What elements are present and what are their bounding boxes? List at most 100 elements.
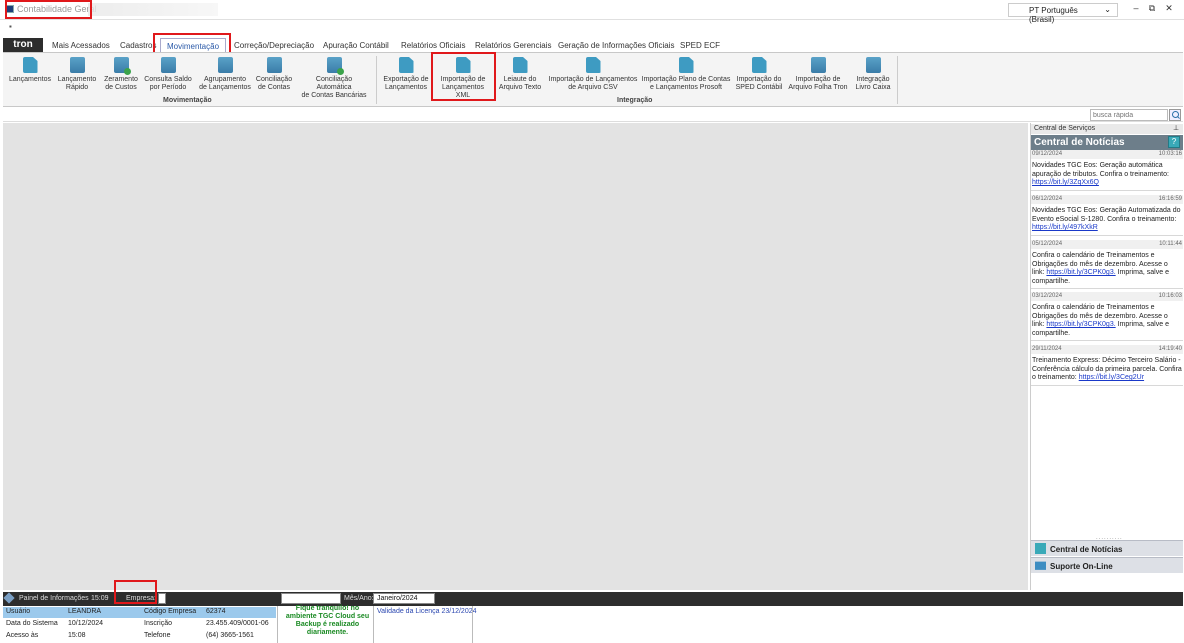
news-text: Confira o calendário de Treinamentos e O…	[1031, 301, 1183, 340]
empresa-field[interactable]	[158, 593, 166, 604]
search-icon[interactable]	[1169, 109, 1181, 121]
language-select[interactable]: PT Português (Brasil) ⌄	[1008, 3, 1118, 24]
restore-button[interactable]: ⧉	[1145, 3, 1159, 14]
sped-icon	[751, 57, 767, 73]
news-date: 29/11/2024	[1032, 346, 1062, 352]
leiaute-arquivo-button[interactable]: Leiaute do Arquivo Texto	[497, 57, 543, 92]
exportacao-icon	[398, 57, 414, 73]
backup-message: Fique tranquilo! no ambiente TGC Cloud s…	[285, 605, 370, 636]
news-link[interactable]: https://bit.ly/3CPK0g3.	[1046, 321, 1115, 328]
mes-ano-field[interactable]: Janeiro/2024	[373, 593, 435, 604]
zeramento-custos-button[interactable]: Zeramento de Custos	[100, 57, 142, 92]
central-noticias-tab[interactable]: Central de Notícias	[1031, 540, 1183, 556]
leiaute-label: Leiaute do Arquivo Texto	[498, 76, 542, 91]
info-row: Usuário LEANDRA Código Empresa 62374	[3, 607, 276, 618]
mes-ano-label: Mês/Ano:	[344, 595, 374, 602]
lancamentos-label: Lançamentos	[8, 76, 52, 83]
info-row: Acesso às 15:08 Telefone (64) 3665-1561	[3, 631, 276, 642]
news-text: Confira o calendário de Treinamentos e O…	[1031, 249, 1183, 288]
livro-caixa-button[interactable]: Integração Livro Caixa	[852, 57, 894, 92]
news-time: 10:16:03	[1158, 293, 1182, 299]
tab-sped-ecf[interactable]: SPED ECF	[680, 41, 720, 50]
lancamentos-icon	[22, 57, 38, 73]
lancamento-rapido-button[interactable]: Lançamento Rápido	[55, 57, 99, 92]
news-item: 03/12/2024 10:16:03 Confira o calendário …	[1031, 292, 1183, 341]
suporte-online-label: Suporte On-Line	[1050, 562, 1113, 571]
tab-geracao-informacoes[interactable]: Geração de Informações Oficiais	[558, 41, 675, 50]
news-time: 14:19:40	[1158, 346, 1182, 352]
highlight-box-xml	[431, 52, 496, 101]
highlight-box-title	[5, 0, 92, 19]
lancamento-rapido-label: Lançamento Rápido	[57, 76, 97, 91]
importacao-prosoft-button[interactable]: Importação Plano de Contas e Lançamentos…	[641, 57, 731, 92]
info-key: Usuário	[6, 608, 31, 615]
conciliacao-automatica-label: Conciliação Automática de Contas Bancári…	[301, 76, 367, 99]
tab-cadastros[interactable]: Cadastros	[120, 41, 156, 50]
info-key: Data do Sistema	[6, 620, 58, 627]
info-value: 23.455.409/0001-06	[206, 620, 269, 627]
lancamentos-button[interactable]: Lançamentos	[8, 57, 52, 84]
quick-search-input[interactable]	[1090, 109, 1168, 121]
title-redacted-area	[88, 3, 218, 16]
news-link[interactable]: https://bit.ly/497kXkR	[1032, 224, 1098, 231]
close-button[interactable]: ✕	[1162, 3, 1176, 14]
group-label-movimentacao: Movimentação	[163, 97, 212, 104]
services-header: Central de Serviços	[1031, 124, 1183, 134]
group-label-integracao: Integração	[617, 97, 653, 104]
importacao-prosoft-label: Importação Plano de Contas e Lançamentos…	[641, 76, 731, 91]
tab-relatorios-oficiais[interactable]: Relatórios Oficiais	[401, 41, 465, 50]
lancamento-rapido-icon	[69, 57, 85, 73]
importacao-folha-label: Importação de Arquivo Folha Tron	[788, 76, 848, 91]
conciliacao-automatica-button[interactable]: Conciliação Automática de Contas Bancári…	[298, 57, 370, 100]
tab-mais-acessados[interactable]: Mais Acessados	[52, 41, 110, 50]
info-key: Acesso às	[6, 632, 39, 639]
news-link[interactable]: https://bit.ly/3CPK0g3.	[1046, 269, 1115, 276]
zeramento-label: Zeramento de Custos	[104, 76, 138, 91]
info-value: LEANDRA	[68, 608, 102, 615]
news-link[interactable]: https://bit.ly/3Ceg2Ur	[1079, 374, 1144, 381]
search-row	[3, 107, 1183, 122]
zeramento-icon	[113, 57, 131, 75]
news-item: 29/11/2024 14:19:40 Treinamento Express: …	[1031, 345, 1183, 386]
empresa-name-field[interactable]	[281, 593, 341, 604]
pin-icon[interactable]: ⊥	[1173, 124, 1179, 132]
info-value: 15:08	[68, 632, 86, 639]
help-icon[interactable]: ?	[1168, 136, 1180, 148]
consulta-saldo-button[interactable]: Consulta Saldo por Período	[143, 57, 193, 92]
tab-correcao-depreciacao[interactable]: Correção/Depreciação	[234, 41, 314, 50]
tab-relatorios-gerenciais[interactable]: Relatórios Gerenciais	[475, 41, 551, 50]
conciliacao-contas-button[interactable]: Conciliação de Contas	[254, 57, 294, 92]
info-value: (64) 3665-1561	[206, 632, 254, 639]
news-text: Novidades TGC Eos: Geração automática ap…	[1031, 159, 1183, 190]
brand-logo[interactable]: tron	[3, 38, 43, 52]
clock-time: 15:09	[91, 595, 109, 602]
mail-icon	[1035, 561, 1046, 570]
status-bar	[3, 592, 1183, 606]
conciliacao-auto-icon	[326, 57, 344, 75]
info-value: 62374	[206, 608, 226, 615]
news-item: 05/12/2024 10:11:44 Confira o calendário …	[1031, 240, 1183, 289]
panel-info-label[interactable]: Painel de Informações	[16, 592, 92, 606]
quick-access-menu[interactable]: ▪	[9, 22, 12, 31]
suporte-online-tab[interactable]: Suporte On-Line	[1031, 557, 1183, 573]
news-date: 03/12/2024	[1032, 293, 1063, 299]
news-date: 05/12/2024	[1032, 241, 1063, 247]
minimize-button[interactable]: –	[1129, 3, 1143, 13]
calendar-icon	[160, 57, 176, 73]
main-workspace[interactable]	[3, 123, 1028, 590]
livro-caixa-icon	[865, 57, 881, 73]
importacao-sped-button[interactable]: Importação do SPED Contábil	[734, 57, 784, 92]
tab-apuracao-contabil[interactable]: Apuração Contábil	[323, 41, 389, 50]
agrupamento-button[interactable]: Agrupamento de Lançamentos	[198, 57, 252, 92]
consulta-saldo-label: Consulta Saldo por Período	[144, 76, 192, 91]
exportacao-label: Exportação de Lançamentos	[383, 76, 429, 91]
importacao-csv-button[interactable]: Importação de Lançamentos de Arquivo CSV	[548, 57, 638, 92]
news-link[interactable]: https://bit.ly/3ZqXx6Q	[1032, 179, 1099, 186]
ribbon-separator	[897, 56, 898, 104]
exportacao-lancamentos-button[interactable]: Exportação de Lançamentos	[381, 57, 431, 92]
news-date: 06/12/2024	[1032, 196, 1063, 202]
news-time: 16:16:59	[1158, 196, 1182, 202]
news-time: 10:11:44	[1159, 241, 1182, 247]
importacao-folha-button[interactable]: Importação de Arquivo Folha Tron	[787, 57, 849, 92]
news-meta: 06/12/2024 16:16:59	[1031, 195, 1183, 204]
